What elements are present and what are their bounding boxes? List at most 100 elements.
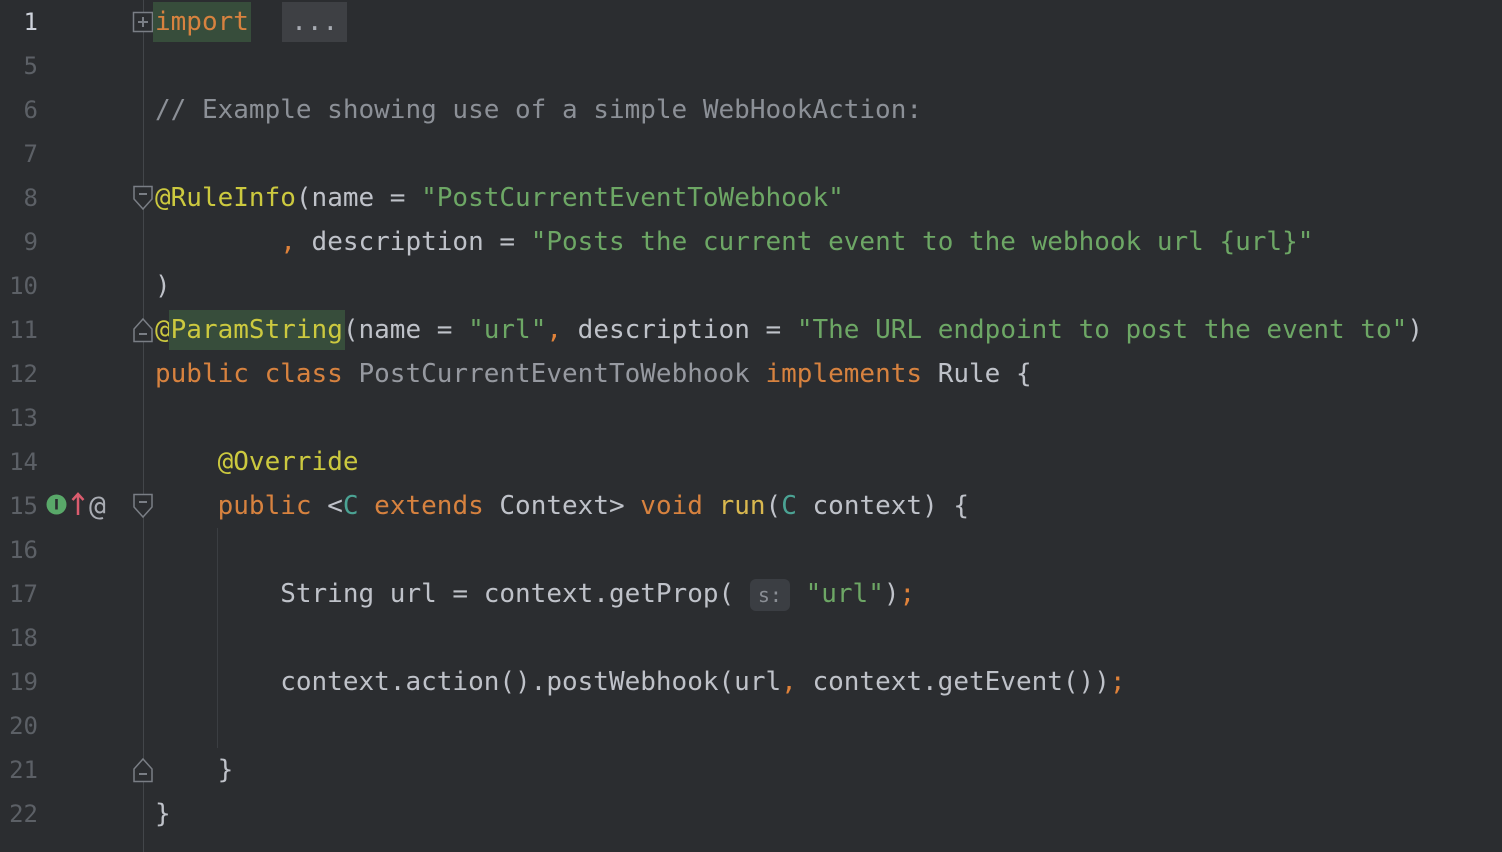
code-text: } [155, 748, 233, 792]
punctuation-token: , [546, 315, 562, 345]
plain-token [703, 491, 719, 521]
string-token: "PostCurrentEventToWebhook" [421, 183, 844, 213]
line-number[interactable]: 6 [0, 88, 38, 132]
code-line[interactable]: 16 [0, 528, 1502, 572]
code-text: import ... [155, 0, 347, 44]
punctuation-token: , [280, 227, 296, 257]
line-number[interactable]: 13 [0, 396, 38, 440]
code-line[interactable]: 18 [0, 616, 1502, 660]
code-line[interactable]: 20 [0, 704, 1502, 748]
plain-token: ) [155, 271, 171, 301]
code-line[interactable]: 19 context.action().postWebhook(url, con… [0, 660, 1502, 704]
code-text: context.action().postWebhook(url, contex… [155, 660, 1126, 704]
type-parameter-token: C [781, 491, 797, 521]
code-text: String url = context.getProp( s: "url"); [155, 572, 915, 616]
code-line[interactable]: 13 [0, 396, 1502, 440]
gutter-icons: I@ [46, 484, 106, 528]
code-text: , description = "Posts the current event… [155, 220, 1313, 264]
plain-token: Context> [484, 491, 641, 521]
code-line[interactable]: 9 , description = "Posts the current eve… [0, 220, 1502, 264]
plain-token: context.getEvent()) [797, 667, 1110, 697]
fold-collapse-start-icon[interactable] [132, 493, 154, 519]
code-line[interactable]: 10) [0, 264, 1502, 308]
line-number[interactable]: 5 [0, 44, 38, 88]
line-number[interactable]: 9 [0, 220, 38, 264]
code-line[interactable]: 21 } [0, 748, 1502, 792]
keyword-token: public [218, 491, 312, 521]
plain-token: description = [296, 227, 531, 257]
line-number[interactable]: 19 [0, 660, 38, 704]
type-parameter-token: C [343, 491, 359, 521]
string-token: "Posts the current event to the webhook … [531, 227, 1314, 257]
code-text: @RuleInfo(name = "PostCurrentEventToWebh… [155, 176, 844, 220]
highlighted-keyword-token: import [153, 2, 251, 42]
code-line[interactable]: 6 // Example showing use of a simple WebH… [0, 88, 1502, 132]
code-editor[interactable]: 1 import ... 56 // Example showing use of a… [0, 0, 1502, 852]
keyword-token: void [640, 491, 703, 521]
plain-token: context) { [797, 491, 969, 521]
plain-token: ) [1407, 315, 1423, 345]
plain-token [249, 7, 280, 37]
keyword-token: extends [374, 491, 484, 521]
line-number[interactable]: 1 [0, 0, 38, 44]
punctuation-token: ; [1110, 667, 1126, 697]
line-number[interactable]: 15 [0, 484, 38, 528]
fold-expand-icon[interactable] [132, 11, 154, 33]
folded-imports-chip[interactable]: ... [282, 2, 347, 42]
fold-collapse-start-icon[interactable] [132, 185, 154, 211]
line-number[interactable]: 20 [0, 704, 38, 748]
line-number[interactable]: 10 [0, 264, 38, 308]
code-line[interactable]: 17 String url = context.getProp( s: "url… [0, 572, 1502, 616]
punctuation-token: ; [900, 579, 916, 609]
method-name-token: run [719, 491, 766, 521]
code-line[interactable]: 22} [0, 792, 1502, 836]
line-number[interactable]: 11 [0, 308, 38, 352]
line-number[interactable]: 17 [0, 572, 38, 616]
svg-text:I: I [54, 497, 59, 513]
line-number[interactable]: 21 [0, 748, 38, 792]
plain-token [790, 579, 806, 609]
fold-collapse-end-icon[interactable] [132, 317, 154, 343]
code-line[interactable]: 15I@ public <C extends Context> void run… [0, 484, 1502, 528]
code-text: // Example showing use of a simple WebHo… [155, 88, 922, 132]
code-line[interactable]: 5 [0, 44, 1502, 88]
keyword-token: implements [766, 359, 923, 389]
plain-token: } [155, 755, 233, 785]
overrides-up-arrow-icon[interactable] [70, 490, 86, 522]
line-number[interactable]: 8 [0, 176, 38, 220]
plain-token: ( [766, 491, 782, 521]
line-number[interactable]: 12 [0, 352, 38, 396]
plain-token: String url = context.getProp( [155, 579, 750, 609]
code-text: ) [155, 264, 171, 308]
code-line[interactable]: 7 [0, 132, 1502, 176]
line-number[interactable]: 22 [0, 792, 38, 836]
comment-token: // Example showing use of a simple WebHo… [155, 95, 922, 125]
plain-token: (name = [343, 315, 468, 345]
code-line[interactable]: 12 public class PostCurrentEventToWebhook… [0, 352, 1502, 396]
code-text: @ParamString(name = "url", description =… [155, 308, 1423, 352]
annotation-token: @RuleInfo [155, 183, 296, 213]
code-text: public class PostCurrentEventToWebhook i… [155, 352, 1032, 396]
string-token: "The URL endpoint to post the event to" [797, 315, 1407, 345]
string-token: "url" [468, 315, 546, 345]
line-number[interactable]: 16 [0, 528, 38, 572]
code-line[interactable]: 11 @ParamString(name = "url", description… [0, 308, 1502, 352]
code-line[interactable]: 14 @Override [0, 440, 1502, 484]
class-name-token: PostCurrentEventToWebhook [359, 359, 750, 389]
implements-method-icon[interactable]: I [46, 494, 67, 519]
code-line[interactable]: 8 @RuleInfo(name = "PostCurrentEventToWeb… [0, 176, 1502, 220]
line-number[interactable]: 18 [0, 616, 38, 660]
code-line[interactable]: 1 import ... [0, 0, 1502, 44]
plain-token: } [155, 799, 171, 829]
fold-collapse-end-icon[interactable] [132, 757, 154, 783]
line-number[interactable]: 14 [0, 440, 38, 484]
string-token: "url" [806, 579, 884, 609]
plain-token [359, 491, 375, 521]
plain-token: context.action().postWebhook(url [155, 667, 781, 697]
annotation-at-icon[interactable]: @ [89, 484, 106, 528]
line-number[interactable]: 7 [0, 132, 38, 176]
plain-token: description = [562, 315, 797, 345]
parameter-hint-inlay: s: [750, 579, 790, 611]
plain-token: ) [884, 579, 900, 609]
code-text: @Override [155, 440, 359, 484]
